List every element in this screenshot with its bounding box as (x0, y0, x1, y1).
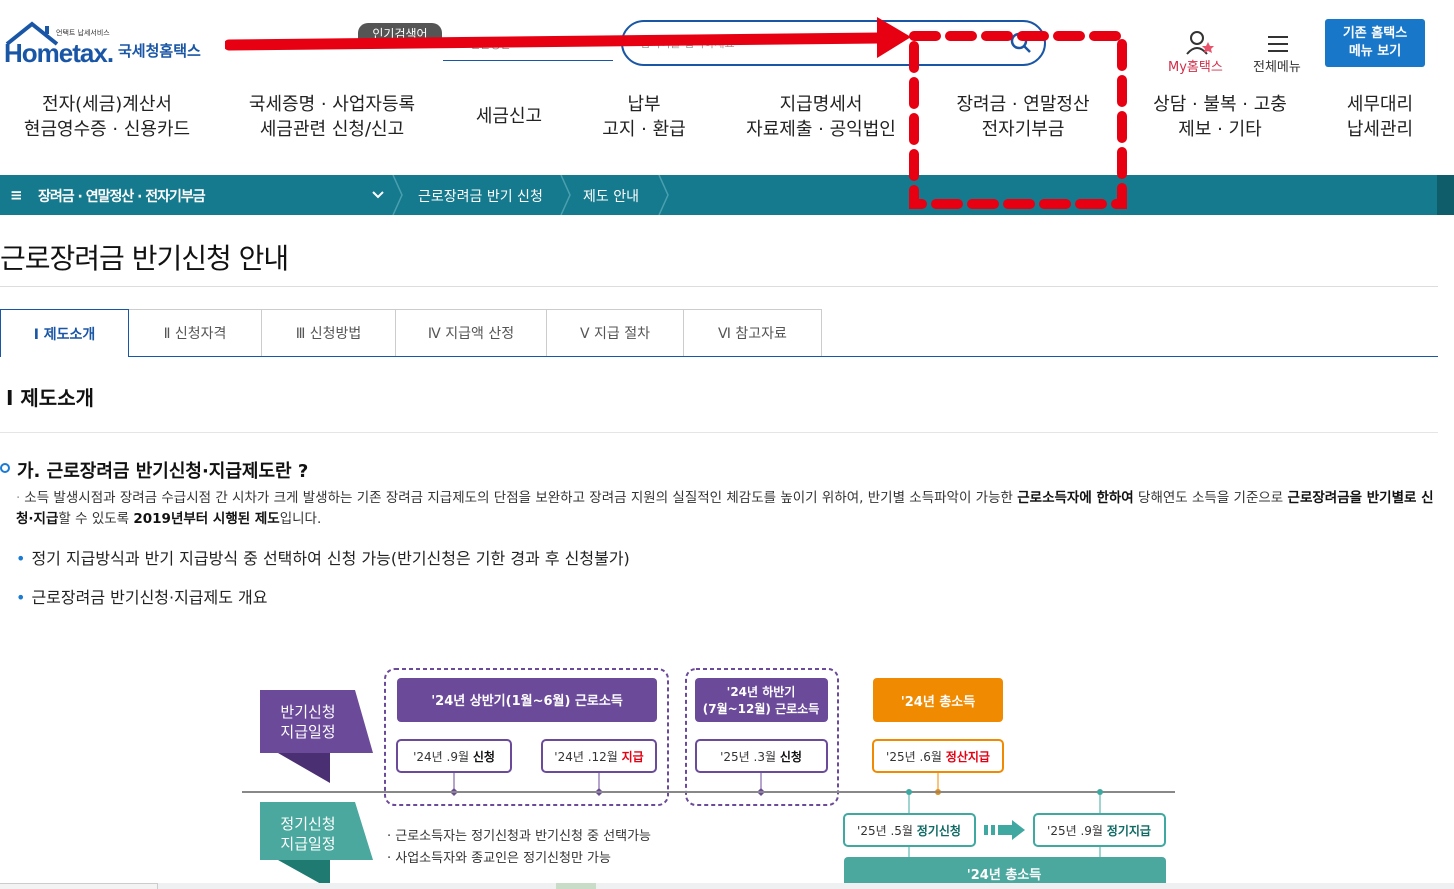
gnb-label: 납부 (627, 94, 661, 115)
regular-total: '24년 총소득 (967, 867, 1041, 883)
logo-tagline: 언택트 납세서비스 (56, 29, 110, 37)
tab-intro[interactable]: Ⅰ 제도소개 (0, 309, 129, 357)
gnb-label: 고지 · 환급 (602, 119, 686, 140)
breadcrumb-item-incentive[interactable]: 장려금 · 연말정산 · 전자기부금 (38, 186, 206, 206)
regular-pay: '25년 .9월 정기지급 (1047, 823, 1151, 838)
note-2: · 사업소득자와 종교인은 정기신청만 가능 (387, 851, 611, 866)
breadcrumb-item-guide[interactable]: 제도 안내 (583, 186, 639, 206)
old-hometax-menu-button[interactable]: 기존 홈택스 메뉴 보기 (1325, 19, 1425, 67)
note-1: · 근로소득자는 정기신청과 반기신청 중 선택가능 (387, 829, 651, 844)
gnb-label: 세무대리 (1346, 94, 1414, 115)
gnb-e-invoice[interactable]: 전자(세금)계산서 현금영수증 · 신용카드 (12, 92, 202, 142)
tab-procedure[interactable]: Ⅴ 지급 절차 (547, 309, 684, 357)
tabs-underline (129, 356, 1438, 357)
gnb-payment[interactable]: 납부 고지 · 환급 (585, 92, 703, 142)
breadcrumb-separator-icon (392, 175, 403, 215)
regular-label-2: 지급일정 (280, 835, 335, 853)
half-label-2: 지급일정 (280, 723, 335, 741)
my-hometax-label[interactable]: My홈택스 (1168, 56, 1223, 75)
hamburger-icon[interactable] (1267, 35, 1289, 53)
tab-method[interactable]: Ⅲ 신청방법 (262, 309, 396, 357)
gnb-label: 납세관리 (1346, 119, 1414, 140)
h2-title-2: (7월~12월) 근로소득 (703, 701, 820, 716)
tab-reference[interactable]: Ⅵ 참고자료 (684, 309, 822, 357)
gnb-label: 자료제출 · 공익법인 (746, 119, 896, 140)
h2-apply: '25년 .3월 신청 (720, 749, 802, 764)
chevron-down-icon[interactable] (372, 190, 384, 200)
gnb-label: 국세증명 · 사업자등록 (248, 94, 416, 115)
breadcrumb-separator-icon (560, 175, 571, 215)
bullet-item: • 근로장려금 반기신청·지급제도 개요 (16, 588, 268, 607)
settle-pay: '25년 .6월 정산지급 (886, 749, 990, 764)
circle-bullet-icon (0, 463, 10, 473)
tab-list: Ⅰ 제도소개 Ⅱ 신청자격 Ⅲ 신청방법 Ⅳ 지급액 산정 Ⅴ 지급 절차 Ⅵ … (0, 309, 822, 357)
gnb-consultation[interactable]: 상담 · 불복 · 고충 제보 · 기타 (1140, 92, 1300, 142)
gnb-label: 세금관련 신청/신고 (259, 119, 405, 140)
gnb-label: 세금신고 (475, 106, 543, 127)
gnb-label: 현금영수증 · 신용카드 (23, 119, 191, 140)
section-divider (0, 432, 1438, 433)
breadcrumb-menu-icon[interactable]: ≡ (10, 186, 23, 204)
logo-wordmark: Hometax. (4, 38, 114, 68)
h1-pay: '24년 .12월 지급 (554, 749, 643, 764)
hometax-logo[interactable]: 언택트 납세서비스 Hometax. 국세청홈택스 (0, 18, 215, 73)
gnb-payment-statement[interactable]: 지급명세서 자료제출 · 공익법인 (736, 92, 906, 142)
breadcrumb-item-half-apply[interactable]: 근로장려금 반기 신청 (418, 186, 543, 206)
h1-apply: '24년 .9월 신청 (413, 749, 495, 764)
half-label-1: 반기신청 (280, 703, 335, 721)
total-title: '24년 총소득 (901, 694, 975, 710)
all-menu-label[interactable]: 전체메뉴 (1253, 56, 1301, 75)
tab-eligibility[interactable]: Ⅱ 신청자격 (129, 309, 262, 357)
gnb-label: 상담 · 불복 · 고충 (1153, 94, 1287, 115)
breadcrumb (0, 175, 1454, 215)
tab-amount[interactable]: Ⅳ 지급액 산정 (396, 309, 547, 357)
section-title: Ⅰ 제도소개 (6, 386, 95, 410)
gnb-tax-agent[interactable]: 세무대리 납세관리 (1330, 92, 1430, 142)
annotation-dashed-box (909, 31, 1127, 209)
gnb-label: 지급명세서 (779, 94, 863, 115)
logo-korean: 국세청홈택스 (118, 42, 201, 60)
gnb-label: 제보 · 기타 (1178, 119, 1262, 140)
bottom-scrollbar-thumb[interactable] (556, 883, 596, 889)
bullet-item: • 정기 지급방식과 반기 지급방식 중 선택하여 신청 가능(반기신청은 기한 … (16, 549, 630, 568)
half-year-schedule-diagram: 반기신청 지급일정 '24년 상반기(1월~6월) 근로소득 '24년 .9월 … (242, 668, 1175, 889)
breadcrumb-edge (1437, 175, 1454, 215)
page-title: 근로장려금 반기신청 안내 (0, 242, 289, 275)
gnb-label: 전자(세금)계산서 (42, 94, 172, 115)
description-paragraph: · 소득 발생시점과 장려금 수급시점 간 시차가 크게 발생하는 기존 장려금 … (16, 490, 1434, 527)
old-menu-line2: 메뉴 보기 (1348, 44, 1402, 59)
h1-title: '24년 상반기(1월~6월) 근로소득 (431, 693, 623, 709)
gnb-tax-return[interactable]: 세금신고 (450, 104, 568, 129)
bottom-scrollbar-track[interactable] (158, 883, 1454, 889)
title-divider (0, 286, 1438, 287)
regular-label-1: 정기신청 (280, 815, 335, 833)
breadcrumb-separator-icon (658, 175, 669, 215)
subsection-title: 가. 근로장려금 반기신청·지급제도란 ? (17, 461, 309, 482)
gnb-certificate[interactable]: 국세증명 · 사업자등록 세금관련 신청/신고 (237, 92, 427, 142)
user-icon (1186, 31, 1214, 55)
bottom-status-area (0, 883, 158, 889)
old-menu-line1: 기존 홈택스 (1342, 26, 1408, 41)
annotation-arrow (225, 17, 911, 58)
h2-title-1: '24년 하반기 (727, 684, 796, 699)
regular-apply: '25년 .5월 정기신청 (857, 823, 961, 838)
